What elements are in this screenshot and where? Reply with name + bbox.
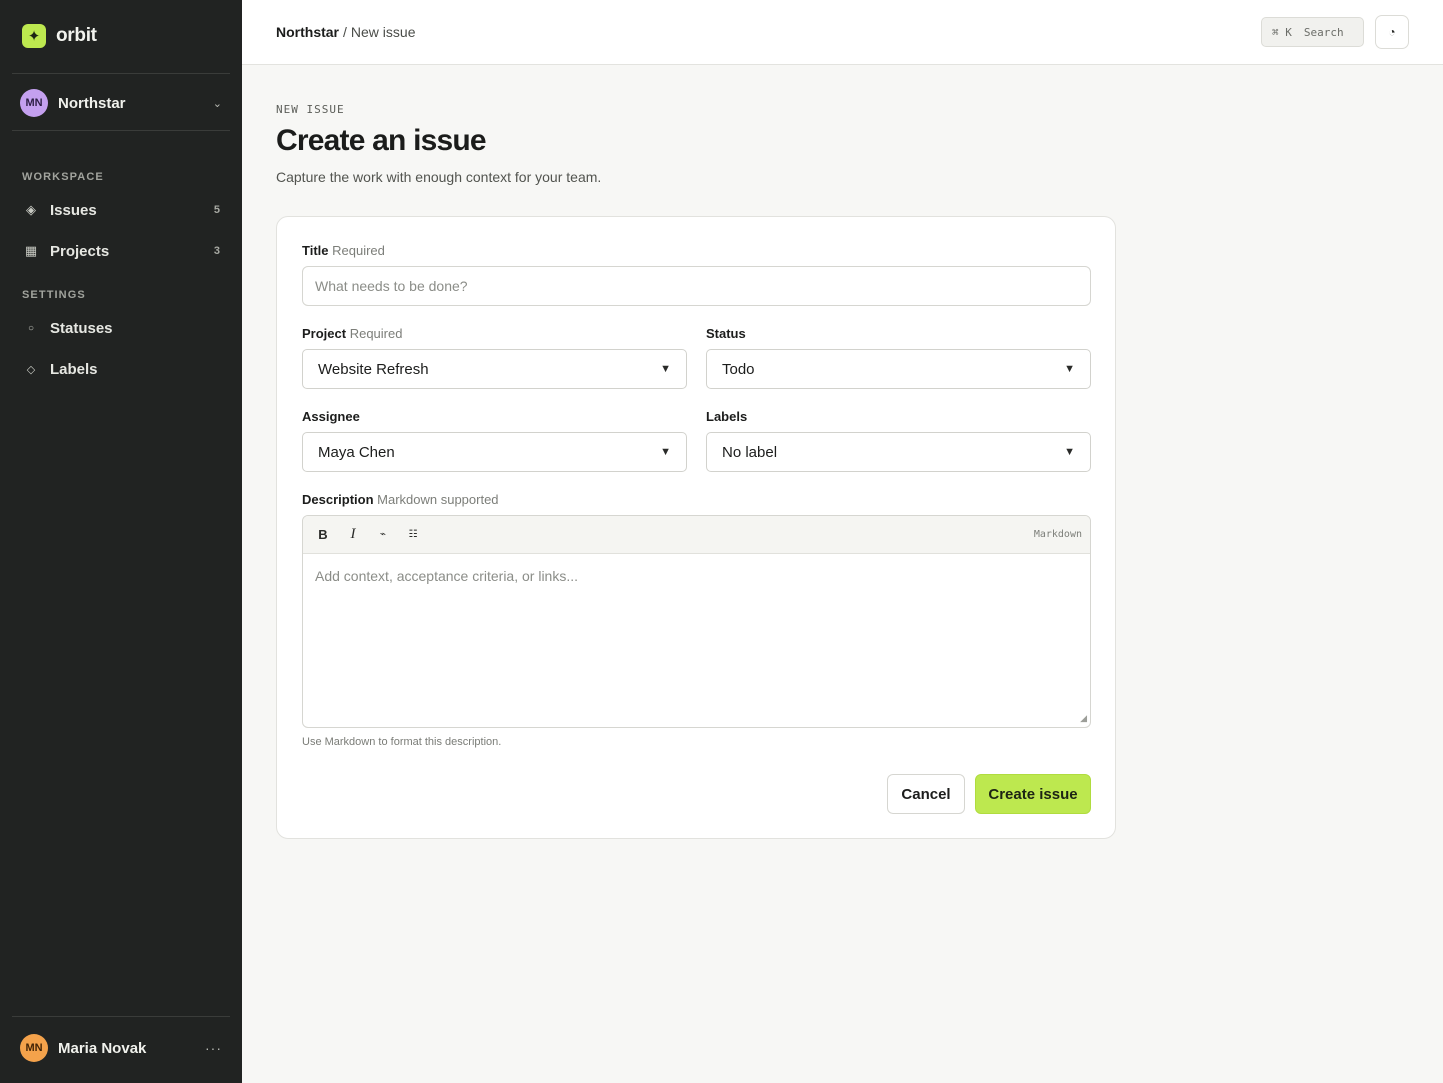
sidebar-item-labels[interactable]: ◇ Labels bbox=[12, 351, 230, 387]
tag-diamond-icon: ◇ bbox=[26, 363, 36, 376]
chevron-down-icon: ▼ bbox=[1064, 446, 1075, 458]
more-options-icon[interactable]: ··· bbox=[205, 1040, 222, 1056]
sidebar-item-label: Statuses bbox=[50, 319, 113, 337]
page-title: Create an issue bbox=[276, 124, 487, 157]
issue-form: Title Required What needs to be done? Pr… bbox=[276, 216, 1116, 839]
resize-handle-icon[interactable]: ◢ bbox=[1080, 713, 1087, 724]
project-value: Website Refresh bbox=[318, 360, 429, 378]
circle-icon: ○ bbox=[27, 322, 35, 334]
breadcrumb-current: New issue bbox=[350, 24, 416, 40]
section-label-settings: SETTINGS bbox=[22, 289, 86, 301]
sidebar: ✦ orbit MN Northstar ⌄ WORKSPACE ◈ Issue… bbox=[0, 0, 242, 1083]
divider bbox=[12, 73, 230, 74]
theme-toggle-button[interactable]: ◔ bbox=[1375, 15, 1409, 49]
markdown-hint: Markdown supported bbox=[377, 492, 499, 507]
italic-button[interactable]: I bbox=[341, 523, 365, 547]
user-profile[interactable]: MN Maria Novak ··· bbox=[12, 1030, 230, 1066]
workspace-switcher[interactable]: MN Northstar ⌄ bbox=[12, 84, 230, 122]
status-select[interactable]: Todo ▼ bbox=[706, 349, 1091, 389]
title-placeholder: What needs to be done? bbox=[315, 278, 468, 294]
bold-button[interactable]: B bbox=[311, 523, 335, 547]
project-label: Project Required bbox=[302, 326, 402, 341]
description-label: Description Markdown supported bbox=[302, 492, 499, 507]
description-label-text: Description bbox=[302, 492, 374, 507]
chevron-down-icon: ⌄ bbox=[212, 97, 222, 110]
page-subtitle: Capture the work with enough context for… bbox=[276, 169, 602, 185]
breadcrumb-workspace[interactable]: Northstar bbox=[276, 24, 339, 40]
sidebar-item-label: Labels bbox=[50, 360, 98, 378]
description-textarea[interactable]: Add context, acceptance criteria, or lin… bbox=[303, 554, 1090, 727]
labels-value: No label bbox=[722, 443, 778, 461]
divider bbox=[12, 130, 230, 131]
project-label-text: Project bbox=[302, 326, 347, 341]
assignee-select[interactable]: Maya Chen ▼ bbox=[302, 432, 687, 472]
status-label-text: Status bbox=[706, 326, 746, 341]
sidebar-item-statuses[interactable]: ○ Statuses bbox=[12, 310, 230, 346]
section-label-workspace: WORKSPACE bbox=[22, 171, 104, 183]
assignee-label: Assignee bbox=[302, 409, 360, 424]
user-avatar: MN bbox=[20, 1034, 48, 1062]
search-label: Search bbox=[1303, 25, 1344, 39]
app-name: orbit bbox=[56, 25, 97, 46]
sidebar-item-label: Issues bbox=[50, 201, 97, 219]
status-label: Status bbox=[706, 326, 746, 341]
list-icon[interactable]: ☷ bbox=[401, 523, 425, 547]
required-hint: Required bbox=[349, 326, 403, 341]
projects-count: 3 bbox=[213, 245, 220, 257]
breadcrumb: Northstar / New issue bbox=[276, 24, 416, 40]
labels-label-text: Labels bbox=[706, 409, 748, 424]
labels-label: Labels bbox=[706, 409, 747, 424]
assignee-label-text: Assignee bbox=[302, 409, 360, 424]
create-issue-button[interactable]: Create issue bbox=[975, 774, 1091, 814]
orbit-logo-icon: ✦ bbox=[22, 24, 46, 48]
workspace-avatar: MN bbox=[20, 89, 48, 117]
link-icon[interactable]: ⌁ bbox=[371, 523, 395, 547]
cancel-button[interactable]: Cancel bbox=[887, 774, 965, 814]
description-editor: B I ⌁ ☷ Markdown Add context, acceptance… bbox=[302, 515, 1091, 728]
half-circle-icon: ◔ bbox=[1388, 25, 1396, 39]
sidebar-item-issues[interactable]: ◈ Issues 5 bbox=[12, 192, 230, 228]
diamond-icon: ◈ bbox=[26, 202, 36, 217]
chevron-down-icon: ▼ bbox=[660, 363, 671, 375]
divider bbox=[12, 1016, 230, 1017]
status-value: Todo bbox=[722, 360, 755, 378]
title-input[interactable]: What needs to be done? bbox=[302, 266, 1091, 306]
description-placeholder: Add context, acceptance criteria, or lin… bbox=[315, 568, 579, 584]
description-help-text: Use Markdown to format this description. bbox=[302, 736, 502, 748]
labels-select[interactable]: No label ▼ bbox=[706, 432, 1091, 472]
page-eyebrow: NEW ISSUE bbox=[276, 103, 345, 116]
grid-icon: ▦ bbox=[24, 243, 38, 258]
user-name: Maria Novak bbox=[58, 1039, 147, 1057]
title-label-text: Title bbox=[302, 243, 329, 258]
issues-count: 5 bbox=[213, 204, 220, 216]
chevron-down-icon: ▼ bbox=[660, 446, 671, 458]
sidebar-item-projects[interactable]: ▦ Projects 3 bbox=[12, 233, 230, 269]
required-hint: Required bbox=[332, 243, 385, 258]
shortcut-hint: ⌘ K bbox=[1272, 25, 1292, 39]
workspace-name: Northstar bbox=[58, 94, 126, 112]
brand[interactable]: ✦ orbit bbox=[22, 24, 97, 48]
assignee-value: Maya Chen bbox=[318, 443, 395, 461]
search-button[interactable]: ⌘ K Search bbox=[1261, 17, 1364, 47]
chevron-down-icon: ▼ bbox=[1064, 363, 1075, 375]
project-select[interactable]: Website Refresh ▼ bbox=[302, 349, 687, 389]
sidebar-item-label: Projects bbox=[50, 242, 110, 260]
title-label: Title Required bbox=[302, 243, 385, 258]
breadcrumb-separator: / bbox=[343, 24, 347, 40]
topbar: Northstar / New issue ⌘ K Search ◔ bbox=[242, 0, 1443, 65]
editor-toolbar: B I ⌁ ☷ Markdown bbox=[303, 516, 1090, 554]
markdown-mode-tag: Markdown bbox=[1033, 529, 1082, 540]
